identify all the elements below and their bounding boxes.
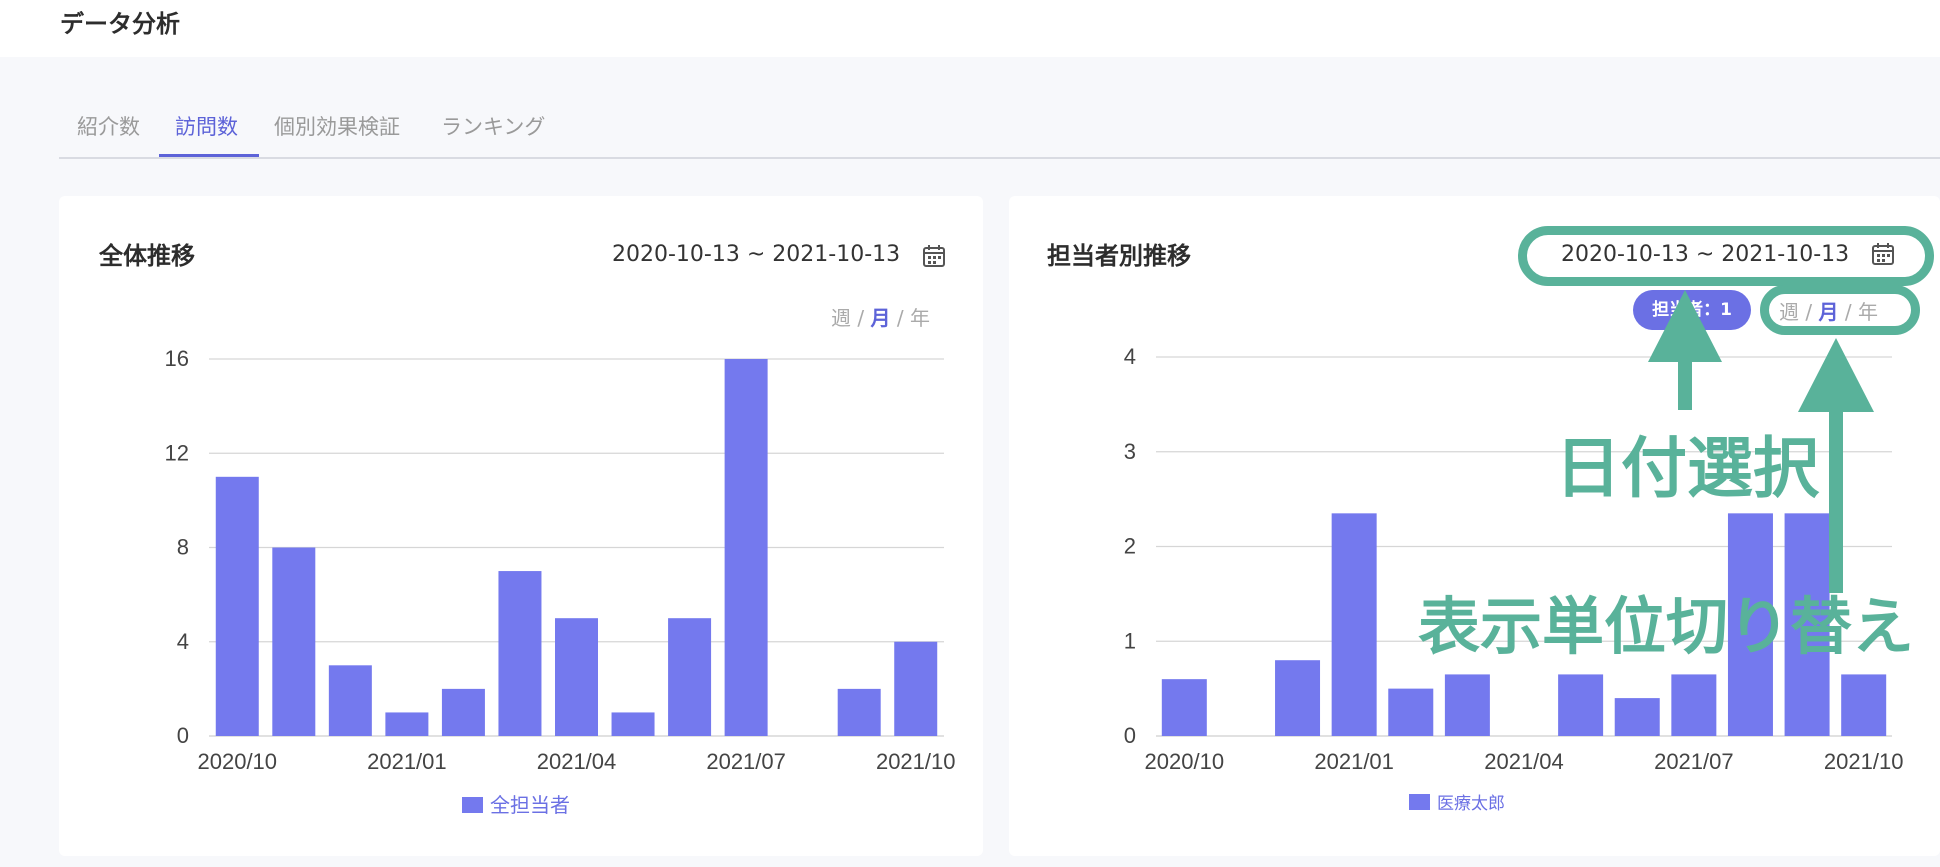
unit-arrow-shaft — [1829, 408, 1843, 593]
annotation-date-select: 日付選択 — [1555, 430, 1819, 507]
unit-arrow-head — [1798, 338, 1874, 412]
date-arrow-shaft — [1678, 355, 1692, 410]
date-arrow-head — [1648, 290, 1722, 362]
annotation-unit-switch: 表示単位切り替え — [1418, 590, 1915, 663]
